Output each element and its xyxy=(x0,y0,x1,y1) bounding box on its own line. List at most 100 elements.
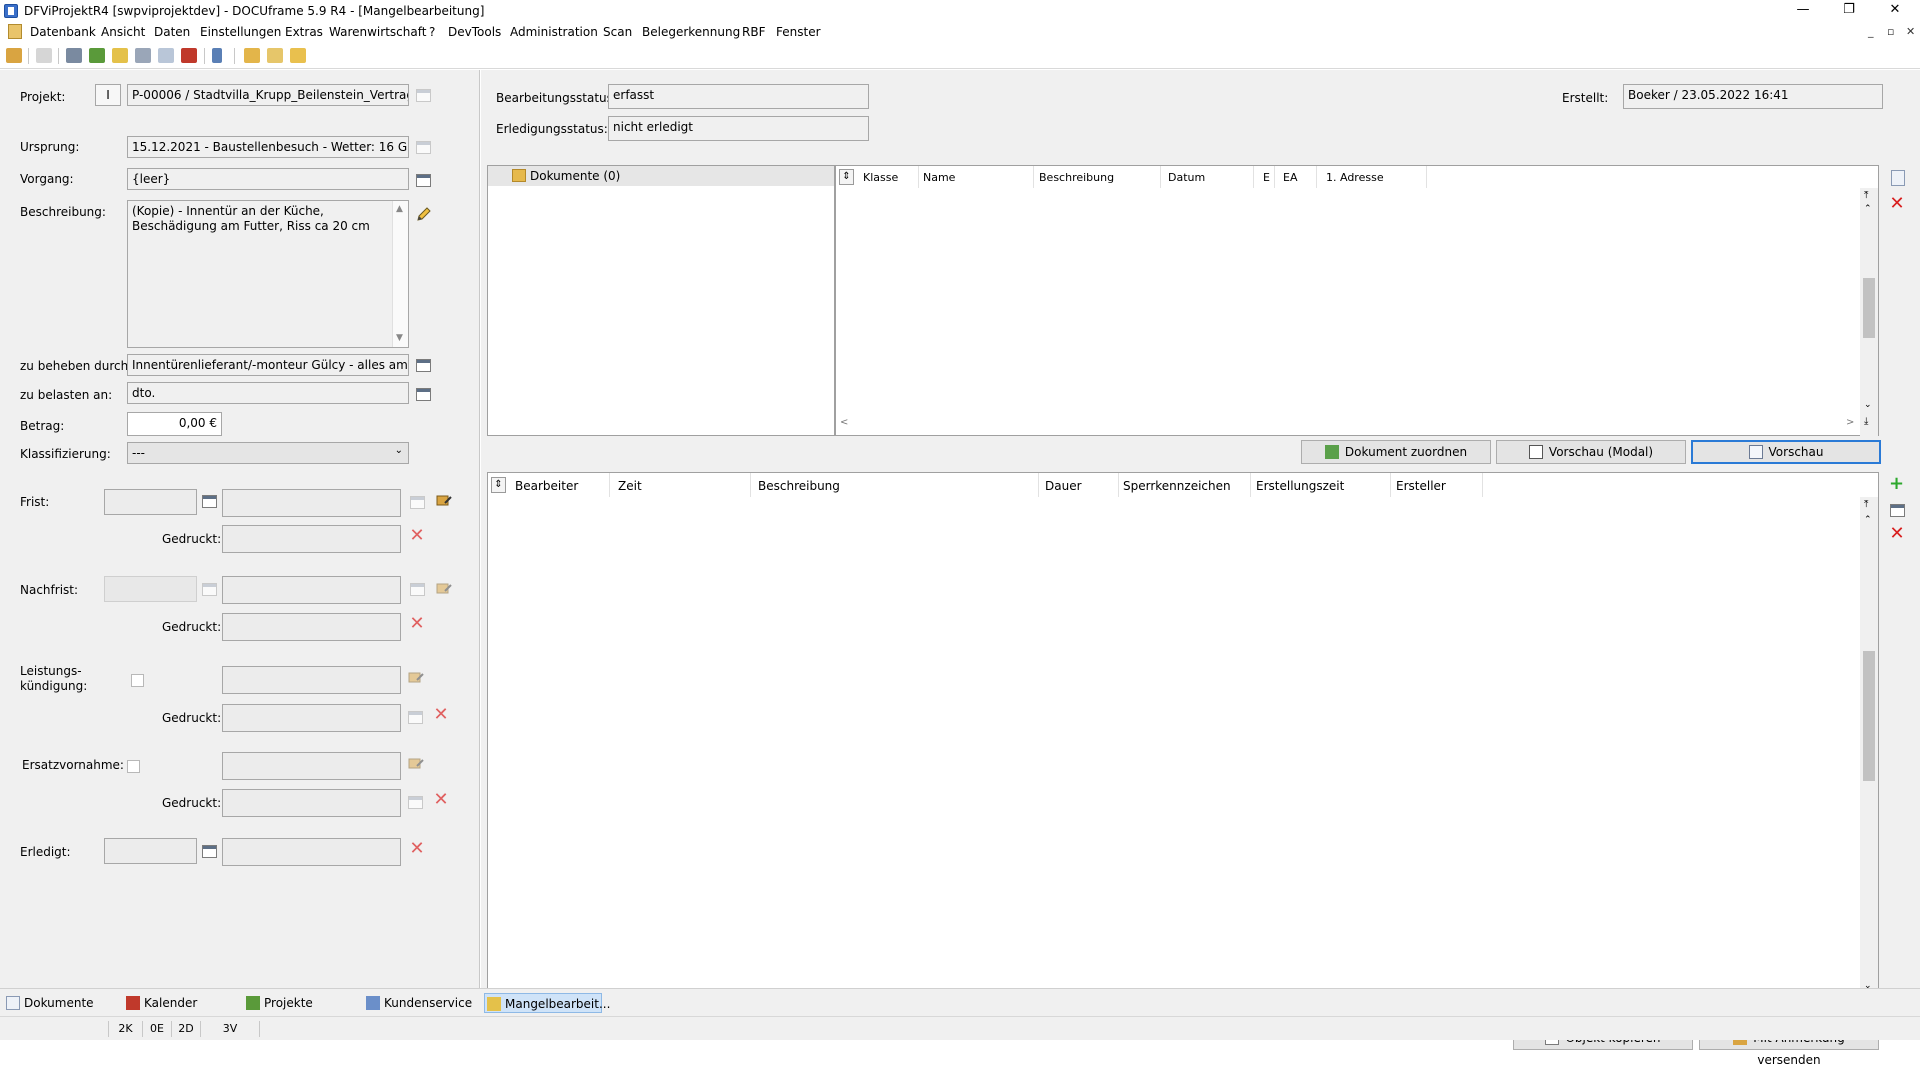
col-e[interactable]: E xyxy=(1263,171,1270,184)
col-sperrkennzeichen[interactable]: Sperrkennzeichen xyxy=(1123,479,1231,493)
edit-entry-table-icon[interactable] xyxy=(1890,504,1905,517)
open-icon[interactable] xyxy=(6,48,22,63)
col-bearbeiter[interactable]: Bearbeiter xyxy=(515,479,578,493)
leistungskuendigung-clear-icon[interactable]: ✕ xyxy=(432,706,450,724)
projekt-table-icon[interactable] xyxy=(416,89,431,102)
beschreibung-scrollbar[interactable]: ▲ ▼ xyxy=(392,201,408,347)
menu-fenster[interactable]: Fenster xyxy=(776,25,821,39)
minimize-button[interactable]: — xyxy=(1780,0,1826,22)
frist-print-icon[interactable] xyxy=(410,496,425,509)
bearbeitungsstatus-field[interactable]: erfasst xyxy=(608,84,869,109)
menu-ansicht[interactable]: Ansicht xyxy=(101,25,145,39)
task-mangelbearbeitung[interactable]: Mangelbearbeit... xyxy=(484,993,610,1013)
ersatzvornahme-clear-icon[interactable]: ✕ xyxy=(432,791,450,809)
leistungskuendigung-gedruckt-field[interactable] xyxy=(222,704,401,732)
frist-calendar-icon[interactable] xyxy=(202,495,217,508)
erledigungsstatus-field[interactable]: nicht erledigt xyxy=(608,116,869,141)
erledigt-text-field[interactable] xyxy=(222,838,401,866)
frist-gedruckt-clear-icon[interactable]: ✕ xyxy=(408,527,426,545)
nachfrist-gedruckt-clear-icon[interactable]: ✕ xyxy=(408,615,426,633)
projekt-select-button[interactable]: I xyxy=(95,84,121,106)
menu-extras[interactable]: Extras xyxy=(285,25,323,39)
scroll-thumb[interactable] xyxy=(1863,278,1875,338)
task-kalender[interactable]: Kalender xyxy=(124,993,242,1013)
erstellt-field[interactable]: Boeker / 23.05.2022 16:41 xyxy=(1623,84,1883,109)
col-klasse[interactable]: Klasse xyxy=(863,171,898,184)
folder-export-icon[interactable] xyxy=(290,48,306,63)
ersatzvornahme-send-icon[interactable] xyxy=(408,756,424,772)
menu-administration[interactable]: Administration xyxy=(510,25,598,39)
folder-open-icon[interactable] xyxy=(267,48,283,63)
col-erstellungszeit[interactable]: Erstellungszeit xyxy=(1256,479,1344,493)
scroll-down-icon[interactable]: ▼ xyxy=(396,333,403,343)
frist-send-icon[interactable] xyxy=(436,493,452,509)
print-icon[interactable] xyxy=(36,48,52,63)
task-kundenservice[interactable]: Kundenservice xyxy=(364,993,482,1013)
close-button[interactable]: ✕ xyxy=(1872,0,1918,22)
task-dokumente[interactable]: Dokumente xyxy=(4,993,122,1013)
leistungskuendigung-calendar-icon[interactable] xyxy=(408,711,423,724)
beschreibung-textarea[interactable]: (Kopie) - Innentür an der Küche, Beschäd… xyxy=(127,200,409,348)
ersatzvornahme-checkbox[interactable] xyxy=(127,760,140,773)
betrag-input[interactable]: 0,00 € xyxy=(127,412,222,436)
ursprung-field[interactable]: 15.12.2021 - Baustellenbesuch - Wetter: … xyxy=(127,136,409,158)
list-icon[interactable] xyxy=(89,48,105,63)
phone-icon[interactable] xyxy=(212,48,222,63)
mdi-restore-button[interactable]: ▫ xyxy=(1887,25,1894,38)
erledigt-clear-icon[interactable]: ✕ xyxy=(408,840,426,858)
leistungskuendigung-send-icon[interactable] xyxy=(408,670,424,686)
col-dauer[interactable]: Dauer xyxy=(1045,479,1082,493)
nachfrist-gedruckt-field[interactable] xyxy=(222,613,401,641)
nachfrist-text-field[interactable] xyxy=(222,576,401,604)
nachfrist-calendar-icon[interactable] xyxy=(202,583,217,596)
folder-icon[interactable] xyxy=(244,48,260,63)
activity-log-vscrollbar[interactable]: ⤒ ⌃ ⌄ ⤓ xyxy=(1860,497,1878,1019)
leistungskuendigung-text-field[interactable] xyxy=(222,666,401,694)
zu-belasten-field[interactable]: dto. xyxy=(127,382,409,404)
scroll-right-icon[interactable]: > xyxy=(1846,417,1854,428)
leistungskuendigung-checkbox[interactable] xyxy=(131,674,144,687)
menu-datenbank[interactable]: Datenbank xyxy=(30,25,96,39)
nachfrist-send-icon[interactable] xyxy=(436,581,452,597)
tree-item-dokumente[interactable]: Dokumente (0) xyxy=(488,166,834,186)
sort-toggle-icon[interactable]: ⇕ xyxy=(491,477,506,493)
vorschau-modal-button[interactable]: Vorschau (Modal) xyxy=(1496,440,1686,464)
address-card-icon[interactable] xyxy=(66,48,82,63)
menu-belegerkennung[interactable]: Belegerkennung xyxy=(642,25,740,39)
ersatzvornahme-calendar-icon[interactable] xyxy=(408,796,423,809)
scroll-up-icon[interactable]: ▲ xyxy=(396,204,403,214)
menu-daten[interactable]: Daten xyxy=(154,25,190,39)
scroll-up-icon[interactable]: ⌃ xyxy=(1864,515,1872,525)
zu-belasten-table-icon[interactable] xyxy=(416,388,431,401)
erledigt-date-field[interactable] xyxy=(104,838,197,864)
vorgang-field[interactable]: {leer} xyxy=(127,168,409,190)
zu-beheben-table-icon[interactable] xyxy=(416,359,431,372)
nachfrist-print-icon[interactable] xyxy=(410,583,425,596)
scroll-bottom-icon[interactable]: ⤓ xyxy=(1864,416,1868,427)
scroll-down-icon[interactable]: ⌄ xyxy=(1864,400,1872,410)
vorschau-button[interactable]: Vorschau xyxy=(1691,440,1881,464)
col-datum[interactable]: Datum xyxy=(1168,171,1205,184)
vorgang-table-icon[interactable] xyxy=(416,174,431,187)
col-adresse[interactable]: 1. Adresse xyxy=(1326,171,1384,184)
document-menu-icon[interactable] xyxy=(8,24,22,39)
document-table-vscrollbar[interactable]: ⤒ ⌃ ⌄ ⤓ xyxy=(1860,188,1878,436)
col-ea[interactable]: EA xyxy=(1283,171,1297,184)
ersatzvornahme-gedruckt-field[interactable] xyxy=(222,789,401,817)
menu-einstellungen[interactable]: Einstellungen xyxy=(200,25,281,39)
add-entry-icon[interactable]: + xyxy=(1889,475,1904,493)
menu-rbf[interactable]: RBF xyxy=(742,25,765,39)
scroll-top-icon[interactable]: ⤒ xyxy=(1864,499,1868,510)
scroll-thumb[interactable] xyxy=(1863,651,1875,781)
note-icon[interactable] xyxy=(112,48,128,63)
scroll-left-icon[interactable]: < xyxy=(840,417,848,428)
ursprung-table-icon[interactable] xyxy=(416,141,431,154)
nachfrist-date-field[interactable] xyxy=(104,576,197,602)
frist-text-field[interactable] xyxy=(222,489,401,517)
frist-gedruckt-field[interactable] xyxy=(222,525,401,553)
col-name[interactable]: Name xyxy=(923,171,955,184)
task-projekte[interactable]: Projekte xyxy=(244,993,362,1013)
klassifizierung-select[interactable]: --- ⌄ xyxy=(127,442,409,464)
scroll-up-icon[interactable]: ⌃ xyxy=(1864,204,1872,214)
zu-beheben-field[interactable]: Innentürenlieferant/-monteur Gülcy - all… xyxy=(127,354,409,376)
